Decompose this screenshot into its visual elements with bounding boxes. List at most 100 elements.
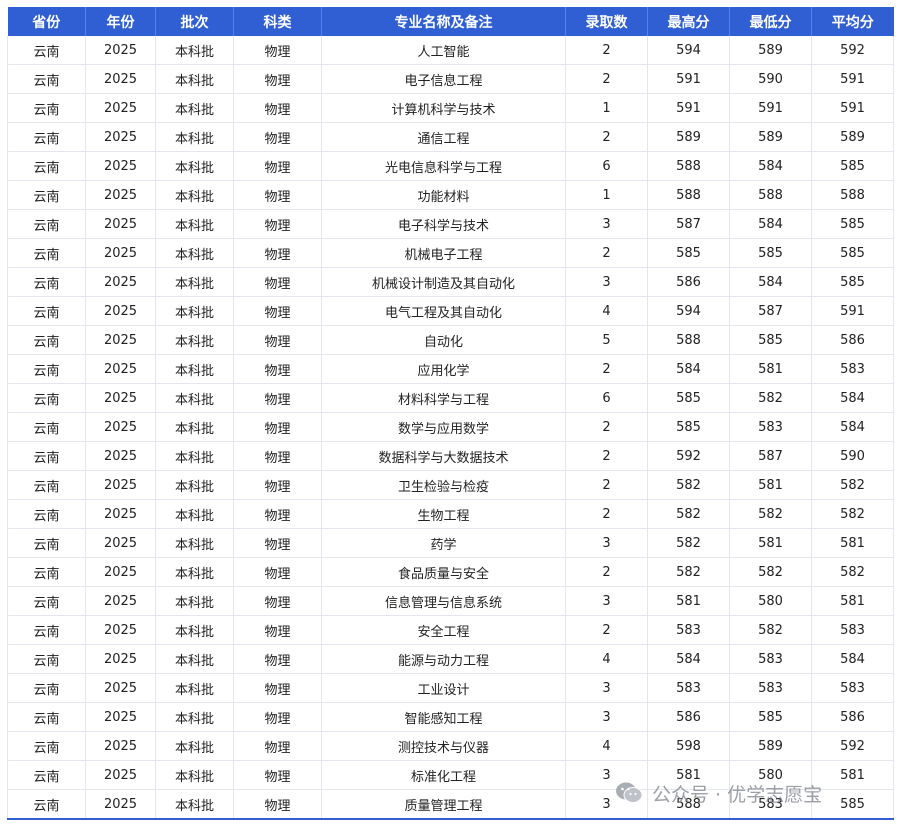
table-cell: 2025 [85, 615, 156, 645]
table-row: 云南 2025 本科批 物理 安全工程 2 583 582 583 [7, 615, 894, 645]
table-cell: 本科批 [155, 325, 234, 355]
table-cell: 应用化学 [321, 354, 566, 384]
table-cell: 物理 [233, 383, 322, 413]
table-cell: 583 [729, 644, 812, 674]
table-cell: 585 [647, 383, 730, 413]
table-cell: 材料科学与工程 [321, 383, 566, 413]
table-cell: 581 [811, 528, 894, 558]
table-cell: 2025 [85, 36, 156, 65]
table-cell: 585 [811, 789, 894, 820]
table-cell: 云南 [7, 36, 86, 65]
table-cell: 2025 [85, 383, 156, 413]
table-cell: 2025 [85, 441, 156, 471]
table-cell: 2025 [85, 673, 156, 703]
table-cell: 6 [565, 151, 648, 181]
table-cell: 3 [565, 760, 648, 790]
table-row: 云南 2025 本科批 物理 功能材料 1 588 588 588 [7, 180, 894, 210]
table-cell: 云南 [7, 383, 86, 413]
table-cell: 标准化工程 [321, 760, 566, 790]
table-cell: 2025 [85, 586, 156, 616]
table-cell: 588 [647, 789, 730, 820]
table-cell: 本科批 [155, 586, 234, 616]
table-cell: 物理 [233, 644, 322, 674]
table-cell: 589 [729, 731, 812, 761]
table-cell: 本科批 [155, 528, 234, 558]
table-cell: 物理 [233, 441, 322, 471]
table-cell: 3 [565, 673, 648, 703]
table-cell: 2025 [85, 789, 156, 820]
table-cell: 本科批 [155, 441, 234, 471]
table-cell: 测控技术与仪器 [321, 731, 566, 761]
column-header: 年份 [85, 7, 156, 36]
table-cell: 2 [565, 615, 648, 645]
table-cell: 本科批 [155, 789, 234, 820]
table-cell: 2 [565, 441, 648, 471]
table-cell: 物理 [233, 64, 322, 94]
table-cell: 584 [811, 644, 894, 674]
table-cell: 2 [565, 470, 648, 500]
table-cell: 云南 [7, 731, 86, 761]
table-cell: 3 [565, 528, 648, 558]
table-cell: 2025 [85, 325, 156, 355]
table-cell: 587 [729, 441, 812, 471]
table-cell: 2025 [85, 412, 156, 442]
table-cell: 582 [647, 470, 730, 500]
table-cell: 机械设计制造及其自动化 [321, 267, 566, 297]
table-cell: 智能感知工程 [321, 702, 566, 732]
table-cell: 云南 [7, 528, 86, 558]
table-cell: 云南 [7, 441, 86, 471]
table-cell: 物理 [233, 267, 322, 297]
table-cell: 2 [565, 557, 648, 587]
table-cell: 自动化 [321, 325, 566, 355]
table-row: 云南 2025 本科批 物理 信息管理与信息系统 3 581 580 581 [7, 586, 894, 616]
table-cell: 本科批 [155, 180, 234, 210]
table-cell: 583 [811, 673, 894, 703]
table-row: 云南 2025 本科批 物理 质量管理工程 3 588 583 585 [7, 789, 894, 820]
table-row: 云南 2025 本科批 物理 卫生检验与检疫 2 582 581 582 [7, 470, 894, 500]
table-cell: 云南 [7, 296, 86, 326]
table-cell: 2025 [85, 296, 156, 326]
table-cell: 数学与应用数学 [321, 412, 566, 442]
table-cell: 云南 [7, 470, 86, 500]
table-cell: 582 [729, 557, 812, 587]
table-row: 云南 2025 本科批 物理 药学 3 582 581 581 [7, 528, 894, 558]
table-cell: 584 [647, 354, 730, 384]
table-row: 云南 2025 本科批 物理 数学与应用数学 2 585 583 584 [7, 412, 894, 442]
table-cell: 物理 [233, 209, 322, 239]
table-row: 云南 2025 本科批 物理 测控技术与仪器 4 598 589 592 [7, 731, 894, 761]
table-cell: 588 [729, 180, 812, 210]
table-cell: 4 [565, 644, 648, 674]
table-cell: 582 [811, 470, 894, 500]
table-cell: 581 [811, 586, 894, 616]
table-cell: 583 [811, 615, 894, 645]
admission-table: 省份 年份 批次 科类 专业名称及备注 录取数 最高分 最低分 平均分 云南 2025 本科批 物理人… [7, 7, 894, 820]
table-cell: 590 [811, 441, 894, 471]
table-cell: 云南 [7, 702, 86, 732]
table-cell: 591 [647, 93, 730, 123]
header-row: 省份 年份 批次 科类 专业名称及备注 录取数 最高分 最低分 平均分 [7, 7, 894, 36]
table-cell: 583 [729, 673, 812, 703]
admission-table-container: 省份 年份 批次 科类 专业名称及备注 录取数 最高分 最低分 平均分 云南 2025 本科批 物理人… [7, 7, 894, 820]
table-cell: 583 [729, 412, 812, 442]
table-cell: 物理 [233, 499, 322, 529]
table-cell: 本科批 [155, 644, 234, 674]
table-cell: 588 [647, 151, 730, 181]
table-cell: 本科批 [155, 499, 234, 529]
table-cell: 6 [565, 383, 648, 413]
table-cell: 云南 [7, 64, 86, 94]
table-cell: 585 [811, 238, 894, 268]
table-cell: 云南 [7, 209, 86, 239]
table-cell: 云南 [7, 354, 86, 384]
table-cell: 583 [647, 673, 730, 703]
table-cell: 物理 [233, 93, 322, 123]
table-cell: 物理 [233, 673, 322, 703]
table-cell: 585 [729, 238, 812, 268]
table-cell: 云南 [7, 325, 86, 355]
table-cell: 云南 [7, 760, 86, 790]
table-cell: 2025 [85, 122, 156, 152]
table-cell: 本科批 [155, 354, 234, 384]
table-cell: 582 [729, 499, 812, 529]
table-cell: 588 [647, 180, 730, 210]
table-cell: 581 [729, 528, 812, 558]
table-cell: 卫生检验与检疫 [321, 470, 566, 500]
